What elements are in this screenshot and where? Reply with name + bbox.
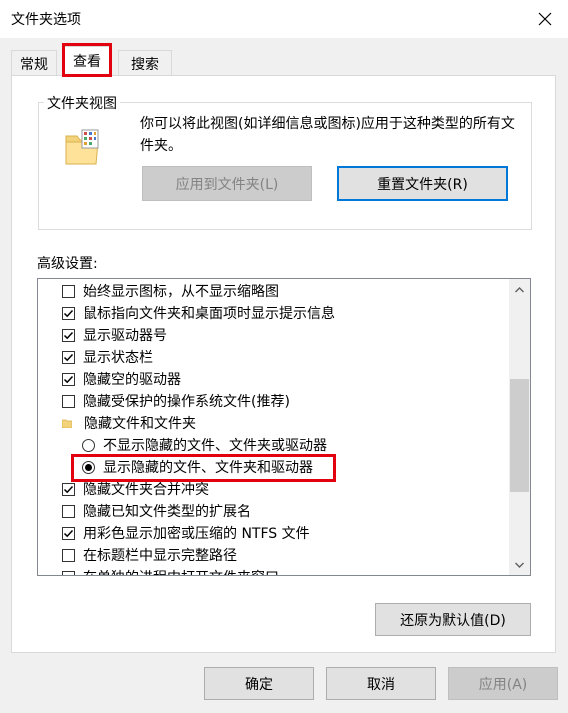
setting-label: 在标题栏中显示完整路径 — [83, 548, 237, 564]
setting-hide-protected-os-files[interactable]: 隐藏受保护的操作系统文件(推荐) — [62, 390, 290, 412]
tab-general[interactable]: 常规 — [11, 50, 57, 76]
radio-button[interactable] — [82, 438, 95, 452]
reset-folders-button[interactable]: 重置文件夹(R) — [337, 166, 508, 201]
setting-label: 显示状态栏 — [83, 350, 153, 366]
tab-search[interactable]: 搜索 — [118, 50, 172, 76]
ok-label: 确定 — [245, 676, 273, 693]
scroll-down-button[interactable] — [512, 557, 527, 572]
close-button[interactable] — [531, 5, 559, 33]
setting-label: 隐藏文件和文件夹 — [84, 416, 196, 432]
folder-icon — [62, 419, 72, 428]
checkbox[interactable] — [62, 570, 75, 575]
checkmark-icon — [63, 375, 74, 383]
checkmark-icon — [63, 353, 74, 361]
checkbox[interactable] — [62, 284, 75, 298]
restore-defaults-label: 还原为默认值(D) — [400, 612, 506, 629]
setting-label: 用彩色显示加密或压缩的 NTFS 文件 — [83, 526, 310, 542]
cancel-button[interactable]: 取消 — [326, 667, 436, 700]
checkbox[interactable] — [62, 306, 75, 320]
tab-general-label: 常规 — [20, 56, 48, 73]
advanced-settings-label: 高级设置: — [37, 256, 98, 272]
apply-button[interactable]: 应用(A) — [448, 667, 558, 700]
checkbox[interactable] — [62, 394, 75, 408]
setting-hide-empty-drives[interactable]: 隐藏空的驱动器 — [62, 368, 181, 390]
scroll-up-button[interactable] — [512, 282, 527, 297]
scrollbar-thumb[interactable] — [510, 379, 529, 492]
tab-search-label: 搜索 — [131, 56, 159, 73]
setting-separate-process[interactable]: 在单独的进程中打开文件夹窗口 — [62, 566, 279, 575]
close-icon — [538, 12, 552, 26]
checkmark-icon — [63, 309, 74, 317]
checkbox[interactable] — [62, 372, 75, 386]
reset-folders-label: 重置文件夹(R) — [377, 176, 468, 193]
radio-highlight-box — [71, 454, 336, 482]
restore-defaults-button[interactable]: 还原为默认值(D) — [375, 603, 531, 636]
checkbox[interactable] — [62, 482, 75, 496]
checkbox[interactable] — [62, 350, 75, 364]
setting-always-show-icons[interactable]: 始终显示图标，从不显示缩略图 — [62, 280, 279, 302]
advanced-settings-list[interactable]: 始终显示图标，从不显示缩略图 鼠标指向文件夹和桌面项时显示提示信息 显示驱动器号… — [37, 278, 531, 576]
setting-label: 在单独的进程中打开文件夹窗口 — [83, 567, 279, 575]
folder-views-description: 你可以将此视图(如详细信息或图标)应用于这种类型的所有文件夹。 — [140, 116, 515, 154]
setting-full-path-title[interactable]: 在标题栏中显示完整路径 — [62, 544, 237, 566]
checkbox[interactable] — [62, 504, 75, 518]
setting-label: 隐藏受保护的操作系统文件(推荐) — [83, 394, 290, 410]
setting-label: 隐藏已知文件类型的扩展名 — [83, 504, 251, 520]
chevron-up-icon — [515, 286, 524, 292]
folder-view-icon — [65, 129, 99, 165]
checkbox[interactable] — [62, 548, 75, 562]
checkmark-icon — [63, 529, 74, 537]
apply-label: 应用(A) — [478, 676, 528, 693]
setting-color-ntfs-files[interactable]: 用彩色显示加密或压缩的 NTFS 文件 — [62, 522, 310, 544]
title-bar — [0, 0, 568, 38]
setting-label: 隐藏空的驱动器 — [83, 372, 181, 388]
setting-label: 鼠标指向文件夹和桌面项时显示提示信息 — [83, 306, 335, 322]
setting-label: 隐藏文件夹合并冲突 — [83, 482, 209, 498]
checkmark-icon — [63, 485, 74, 493]
cancel-label: 取消 — [367, 676, 395, 693]
setting-label: 显示驱动器号 — [83, 328, 167, 344]
ok-button[interactable]: 确定 — [204, 667, 314, 700]
setting-show-drive-letters[interactable]: 显示驱动器号 — [62, 324, 167, 346]
apply-to-folders-button[interactable]: 应用到文件夹(L) — [142, 166, 312, 201]
folder-views-legend: 文件夹视图 — [44, 93, 120, 113]
setting-dont-show-hidden[interactable]: 不显示隐藏的文件、文件夹或驱动器 — [82, 434, 327, 456]
chevron-down-icon — [515, 562, 524, 568]
setting-label: 始终显示图标，从不显示缩略图 — [83, 284, 279, 300]
tab-highlight-box — [62, 43, 112, 77]
checkbox[interactable] — [62, 526, 75, 540]
setting-show-status-bar[interactable]: 显示状态栏 — [62, 346, 153, 368]
window-title: 文件夹选项 — [11, 12, 81, 28]
setting-hide-extensions[interactable]: 隐藏已知文件类型的扩展名 — [62, 500, 251, 522]
checkbox[interactable] — [62, 328, 75, 342]
setting-show-popup-description[interactable]: 鼠标指向文件夹和桌面项时显示提示信息 — [62, 302, 335, 324]
setting-label: 不显示隐藏的文件、文件夹或驱动器 — [103, 438, 327, 454]
setting-hidden-files-group: 隐藏文件和文件夹 — [62, 412, 196, 434]
checkmark-icon — [63, 331, 74, 339]
apply-to-folders-label: 应用到文件夹(L) — [175, 176, 279, 193]
